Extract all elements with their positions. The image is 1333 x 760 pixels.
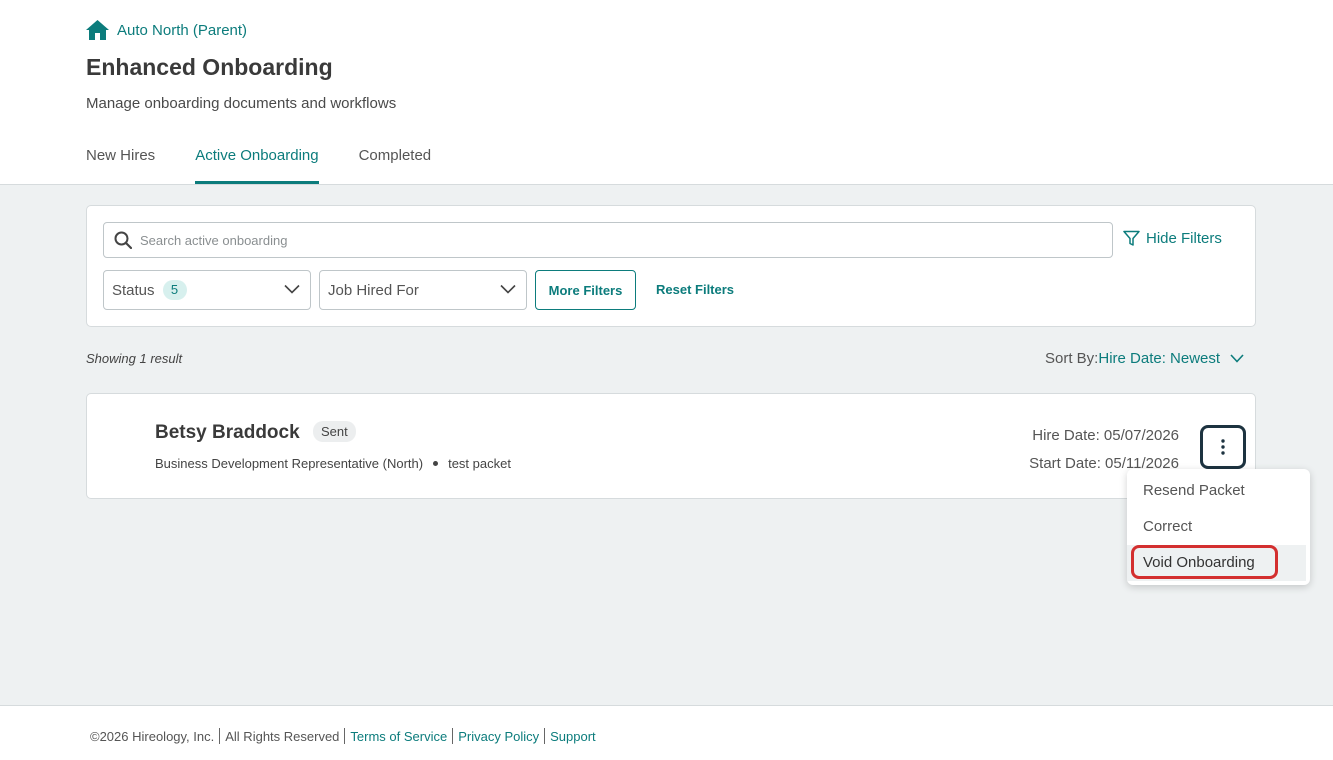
kebab-icon <box>1221 439 1225 455</box>
footer-divider <box>219 728 221 744</box>
highlight-ring <box>1131 545 1278 579</box>
chevron-down-icon <box>1230 354 1244 363</box>
footer-divider <box>344 728 346 744</box>
candidate-meta: Business Development Representative (Nor… <box>155 456 511 471</box>
candidate-job: Business Development Representative (Nor… <box>155 456 424 471</box>
status-badge: Sent <box>313 421 356 442</box>
hide-filters-label: Hide Filters <box>1146 230 1222 247</box>
reset-filters-button[interactable]: Reset Filters <box>656 282 734 297</box>
more-filters-button[interactable]: More Filters <box>535 270 636 310</box>
sort-label: Sort By: <box>1045 350 1099 367</box>
footer-links: ©2026 Hireology, Inc. All Rights Reserve… <box>90 728 596 744</box>
hire-date: Hire Date: 05/07/2026 <box>1032 427 1179 444</box>
sort-value: Hire Date: Newest <box>1098 350 1221 367</box>
tab-active-onboarding[interactable]: Active Onboarding <box>195 147 320 184</box>
more-actions-button[interactable] <box>1200 425 1246 469</box>
footer-divider <box>452 728 454 744</box>
search-icon <box>114 231 132 249</box>
breadcrumb[interactable]: Auto North (Parent) <box>86 20 247 40</box>
status-filter-label: Status <box>112 281 155 299</box>
breadcrumb-label: Auto North (Parent) <box>117 21 248 39</box>
home-icon <box>86 20 109 40</box>
footer-divider <box>544 728 546 744</box>
filter-panel: Hide Filters Status 5 Job Hired For More… <box>86 205 1256 327</box>
menu-item-void-onboarding[interactable]: Void Onboarding <box>1127 545 1306 581</box>
page-subtitle: Manage onboarding documents and workflow… <box>86 95 397 112</box>
chevron-down-icon <box>284 284 300 294</box>
support-link[interactable]: Support <box>550 729 596 744</box>
search-input[interactable] <box>140 232 1040 248</box>
candidate-card: Betsy Braddock Sent Business Development… <box>86 393 1256 499</box>
candidate-name[interactable]: Betsy Braddock <box>155 422 300 444</box>
footer-copyright: ©2026 Hireology, Inc. <box>90 728 215 744</box>
page-footer: ©2026 Hireology, Inc. All Rights Reserve… <box>0 705 1333 760</box>
privacy-policy-link[interactable]: Privacy Policy <box>458 729 539 744</box>
filter-icon <box>1123 230 1140 246</box>
job-hired-for-select[interactable]: Job Hired For <box>319 270 527 310</box>
tab-new-hires[interactable]: New Hires <box>86 147 155 184</box>
action-menu: Resend Packet Correct Void Onboarding <box>1127 469 1310 585</box>
menu-item-resend-packet[interactable]: Resend Packet <box>1127 473 1306 509</box>
status-filter-select[interactable]: Status 5 <box>103 270 311 310</box>
menu-item-correct[interactable]: Correct <box>1127 509 1306 545</box>
search-box <box>103 222 1113 258</box>
status-count-badge: 5 <box>162 280 187 300</box>
separator-dot <box>433 461 439 466</box>
candidate-packet: test packet <box>448 456 511 471</box>
page-title: Enhanced Onboarding <box>86 54 333 80</box>
chevron-down-icon <box>500 284 516 294</box>
sort-dropdown[interactable]: Sort By: Hire Date: Newest <box>1045 350 1244 367</box>
terms-of-service-link[interactable]: Terms of Service <box>350 729 447 744</box>
tab-completed[interactable]: Completed <box>359 147 432 184</box>
hide-filters-button[interactable]: Hide Filters <box>1123 230 1222 247</box>
result-count: Showing 1 result <box>86 351 183 366</box>
job-filter-label: Job Hired For <box>328 281 419 299</box>
page-header: Auto North (Parent) Enhanced Onboarding … <box>0 0 1333 185</box>
footer-rights: All Rights Reserved <box>225 728 340 744</box>
tab-bar: New Hires Active Onboarding Completed <box>86 147 471 184</box>
